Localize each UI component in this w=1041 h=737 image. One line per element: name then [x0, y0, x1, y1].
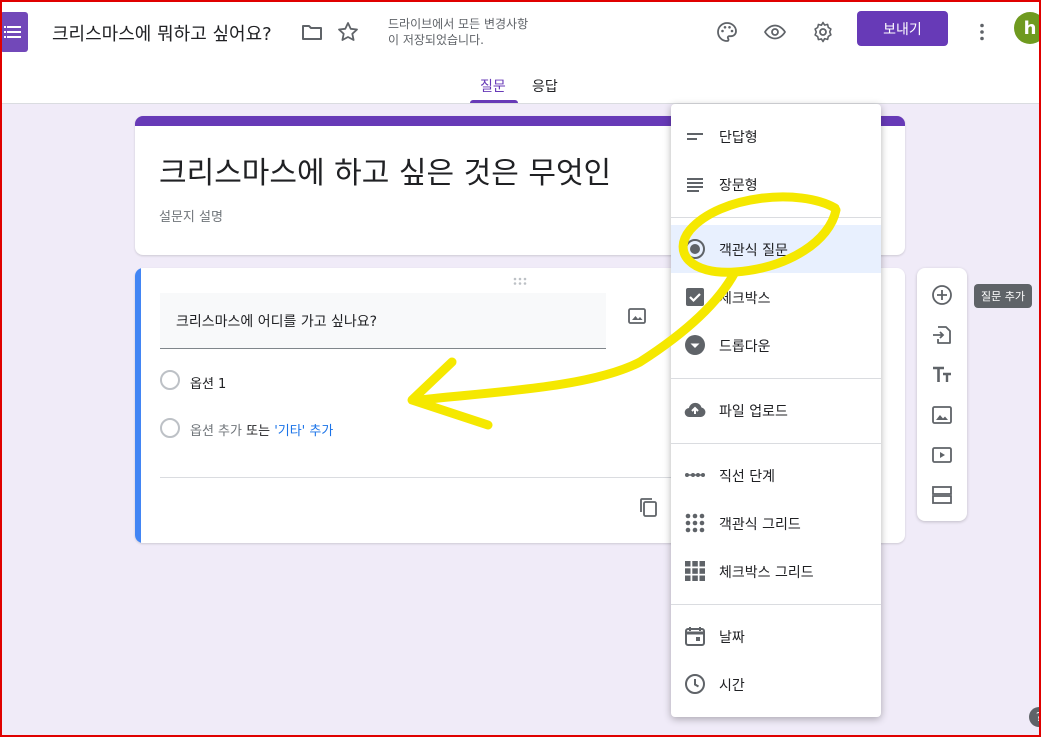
forms-logo-icon[interactable]: [0, 12, 28, 52]
tab-questions[interactable]: 질문: [480, 76, 506, 96]
checkbox-icon: [686, 288, 704, 306]
menu-divider: [671, 604, 881, 605]
image-icon[interactable]: [930, 403, 954, 427]
menu-item-short-answer[interactable]: 단답형: [671, 112, 881, 160]
add-other-link[interactable]: '기타' 추가: [274, 424, 333, 439]
grid-dots-icon: [685, 513, 705, 533]
option-radio: [160, 370, 180, 390]
add-option-row: 옵션 추가 또는 '기타' 추가: [190, 420, 333, 439]
eye-icon[interactable]: [763, 20, 787, 44]
radio-icon: [685, 239, 705, 259]
menu-item-paragraph[interactable]: 장문형: [671, 160, 881, 208]
form-name[interactable]: 크리스마스에 뭐하고 싶어요?: [52, 20, 272, 46]
add-image-icon[interactable]: [627, 306, 647, 326]
add-circle-icon[interactable]: [930, 283, 954, 307]
linear-scale-icon: [685, 473, 705, 477]
menu-item-multiple-choice-grid[interactable]: 객관식 그리드: [671, 499, 881, 547]
gear-icon[interactable]: [811, 20, 835, 44]
calendar-icon: [685, 627, 705, 646]
more-vert-icon[interactable]: [970, 20, 994, 44]
active-card-accent: [135, 268, 141, 543]
side-toolbar: [917, 268, 967, 521]
paragraph-icon: [687, 178, 703, 192]
or-text: 또는: [246, 424, 271, 439]
folder-icon[interactable]: [300, 20, 324, 44]
tab-indicator: [470, 100, 518, 103]
add-question-tooltip: 질문 추가: [974, 284, 1032, 308]
menu-divider: [671, 378, 881, 379]
short-text-icon: [687, 133, 703, 140]
menu-item-checkboxes[interactable]: 체크박스: [671, 273, 881, 321]
send-button[interactable]: 보내기: [857, 11, 948, 46]
tab-responses[interactable]: 응답: [532, 76, 558, 96]
menu-item-file-upload[interactable]: 파일 업로드: [671, 386, 881, 434]
app-header: 크리스마스에 뭐하고 싶어요? 드라이브에서 모든 변경사항 이 저장되었습니다…: [0, 0, 1041, 104]
dropdown-icon: [685, 335, 705, 355]
menu-item-linear-scale[interactable]: 직선 단계: [671, 451, 881, 499]
cloud-upload-icon: [684, 402, 706, 418]
menu-item-checkbox-grid[interactable]: 체크박스 그리드: [671, 547, 881, 595]
menu-divider: [671, 443, 881, 444]
import-icon[interactable]: [930, 323, 954, 347]
save-status: 드라이브에서 모든 변경사항 이 저장되었습니다.: [388, 17, 529, 47]
add-option-radio: [160, 418, 180, 438]
grid-squares-icon: [685, 561, 705, 581]
title-icon[interactable]: [930, 363, 954, 387]
option-1-text[interactable]: 옵션 1: [190, 373, 226, 392]
drag-handle-icon[interactable]: [513, 277, 529, 285]
menu-item-date[interactable]: 날짜: [671, 612, 881, 660]
video-icon[interactable]: [930, 443, 954, 467]
section-icon[interactable]: [930, 483, 954, 507]
duplicate-icon[interactable]: [637, 496, 659, 518]
menu-divider: [671, 217, 881, 218]
palette-icon[interactable]: [715, 20, 739, 44]
star-icon[interactable]: [336, 20, 360, 44]
question-type-menu: 단답형 장문형 객관식 질문 체크박스 드롭다운 파일 업로드 직선 단계 객관…: [671, 104, 881, 717]
clock-icon: [685, 674, 705, 694]
avatar[interactable]: h: [1014, 12, 1041, 44]
menu-item-time[interactable]: 시간: [671, 660, 881, 708]
question-title-input[interactable]: 크리스마스에 어디를 가고 싶나요?: [160, 293, 606, 349]
help-icon[interactable]: ?: [1029, 707, 1041, 727]
form-title[interactable]: 크리스마스에 하고 싶은 것은 무엇인: [159, 148, 611, 192]
card-divider: [160, 477, 730, 478]
menu-item-dropdown[interactable]: 드롭다운: [671, 321, 881, 369]
menu-item-multiple-choice[interactable]: 객관식 질문: [671, 225, 881, 273]
form-description[interactable]: 설문지 설명: [159, 206, 223, 225]
add-option-link[interactable]: 옵션 추가: [190, 424, 242, 439]
